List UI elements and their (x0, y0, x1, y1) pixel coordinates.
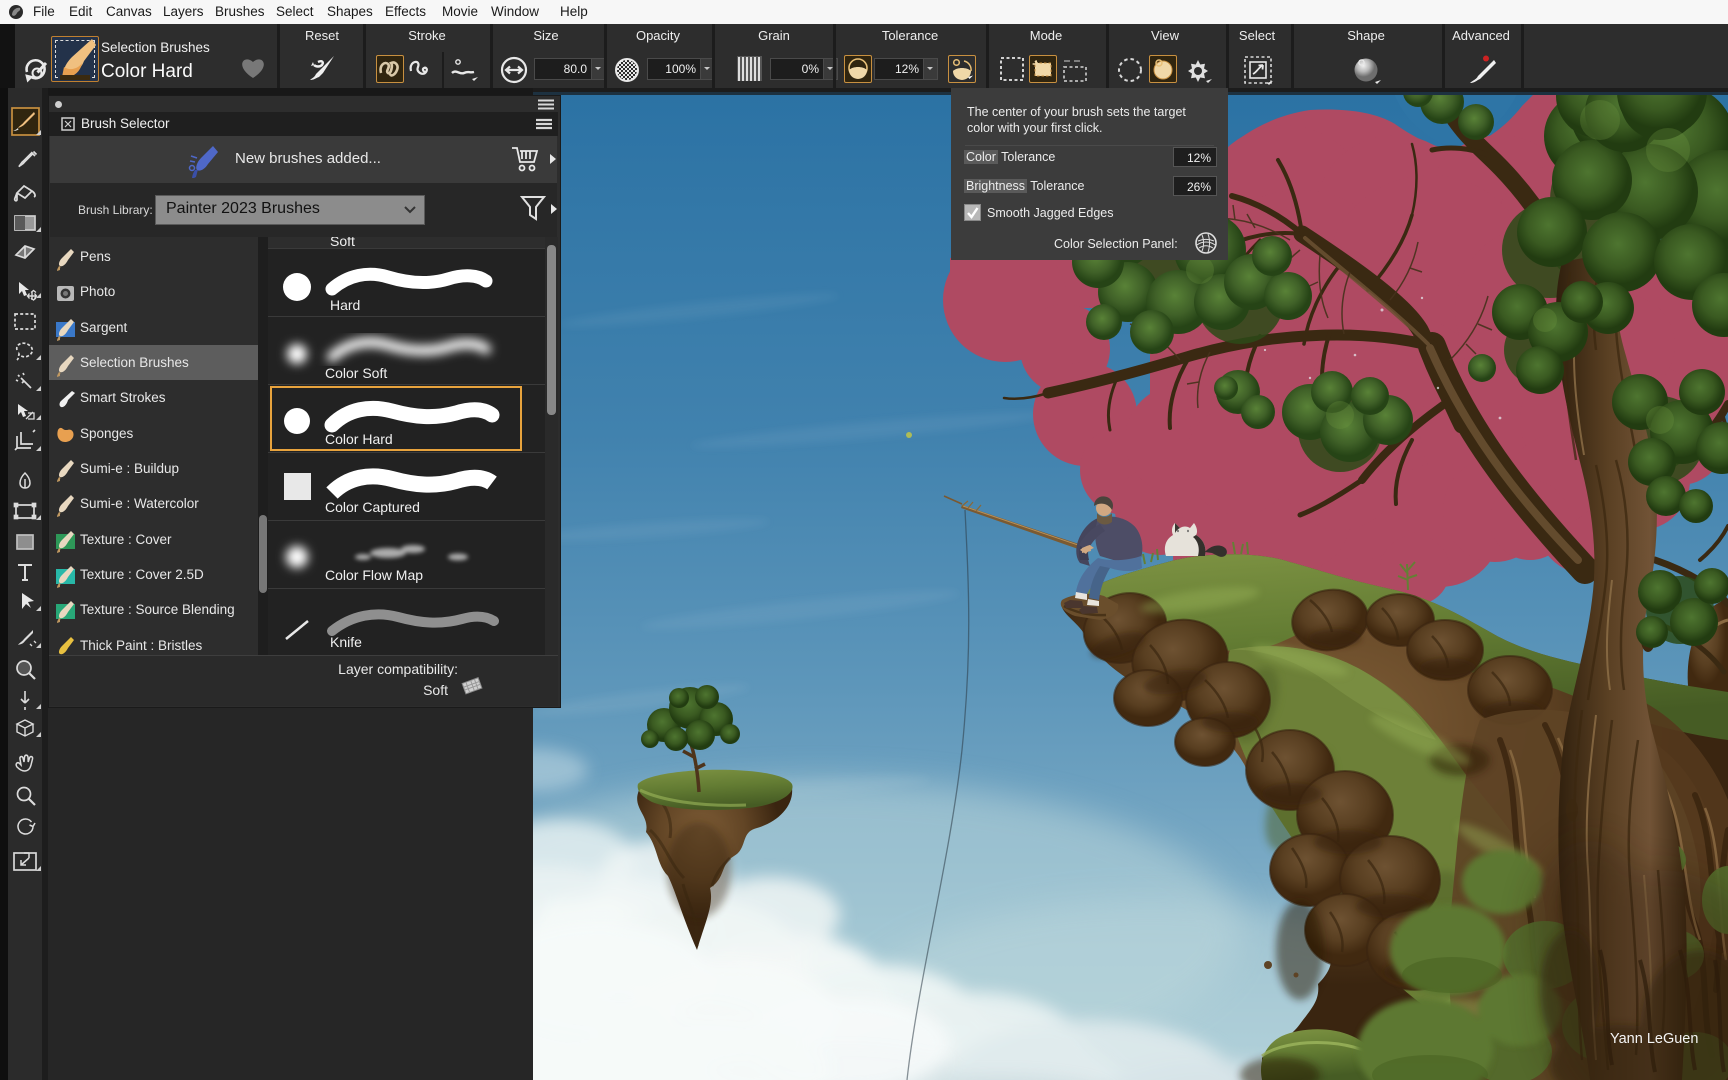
svg-text:Photo: Photo (80, 284, 115, 299)
svg-text:Hard: Hard (330, 297, 360, 313)
svg-text:Color Flow Map: Color Flow Map (325, 567, 423, 583)
svg-text:Color Captured: Color Captured (325, 499, 420, 515)
svg-text:Thick Paint : Bristles: Thick Paint : Bristles (80, 638, 203, 653)
svg-text:Texture : Cover 2.5D: Texture : Cover 2.5D (80, 567, 204, 582)
svg-text:Selection Brushes: Selection Brushes (80, 355, 189, 370)
svg-text:Color Soft: Color Soft (325, 365, 387, 381)
svg-text:Sargent: Sargent (80, 320, 128, 335)
svg-text:Texture : Source Blending: Texture : Source Blending (80, 602, 235, 617)
svg-text:Sponges: Sponges (80, 426, 134, 441)
svg-text:Color Hard: Color Hard (325, 431, 393, 447)
svg-text:Smart Strokes: Smart Strokes (80, 390, 166, 405)
svg-text:Soft: Soft (330, 237, 355, 249)
svg-text:Sumi-e : Buildup: Sumi-e : Buildup (80, 461, 179, 476)
svg-text:Texture : Cover: Texture : Cover (80, 532, 172, 547)
svg-text:Yann LeGuen: Yann LeGuen (1610, 1031, 1698, 1047)
svg-text:Knife: Knife (330, 634, 362, 650)
svg-text:Sumi-e : Watercolor: Sumi-e : Watercolor (80, 496, 199, 511)
svg-text:Pens: Pens (80, 249, 111, 264)
